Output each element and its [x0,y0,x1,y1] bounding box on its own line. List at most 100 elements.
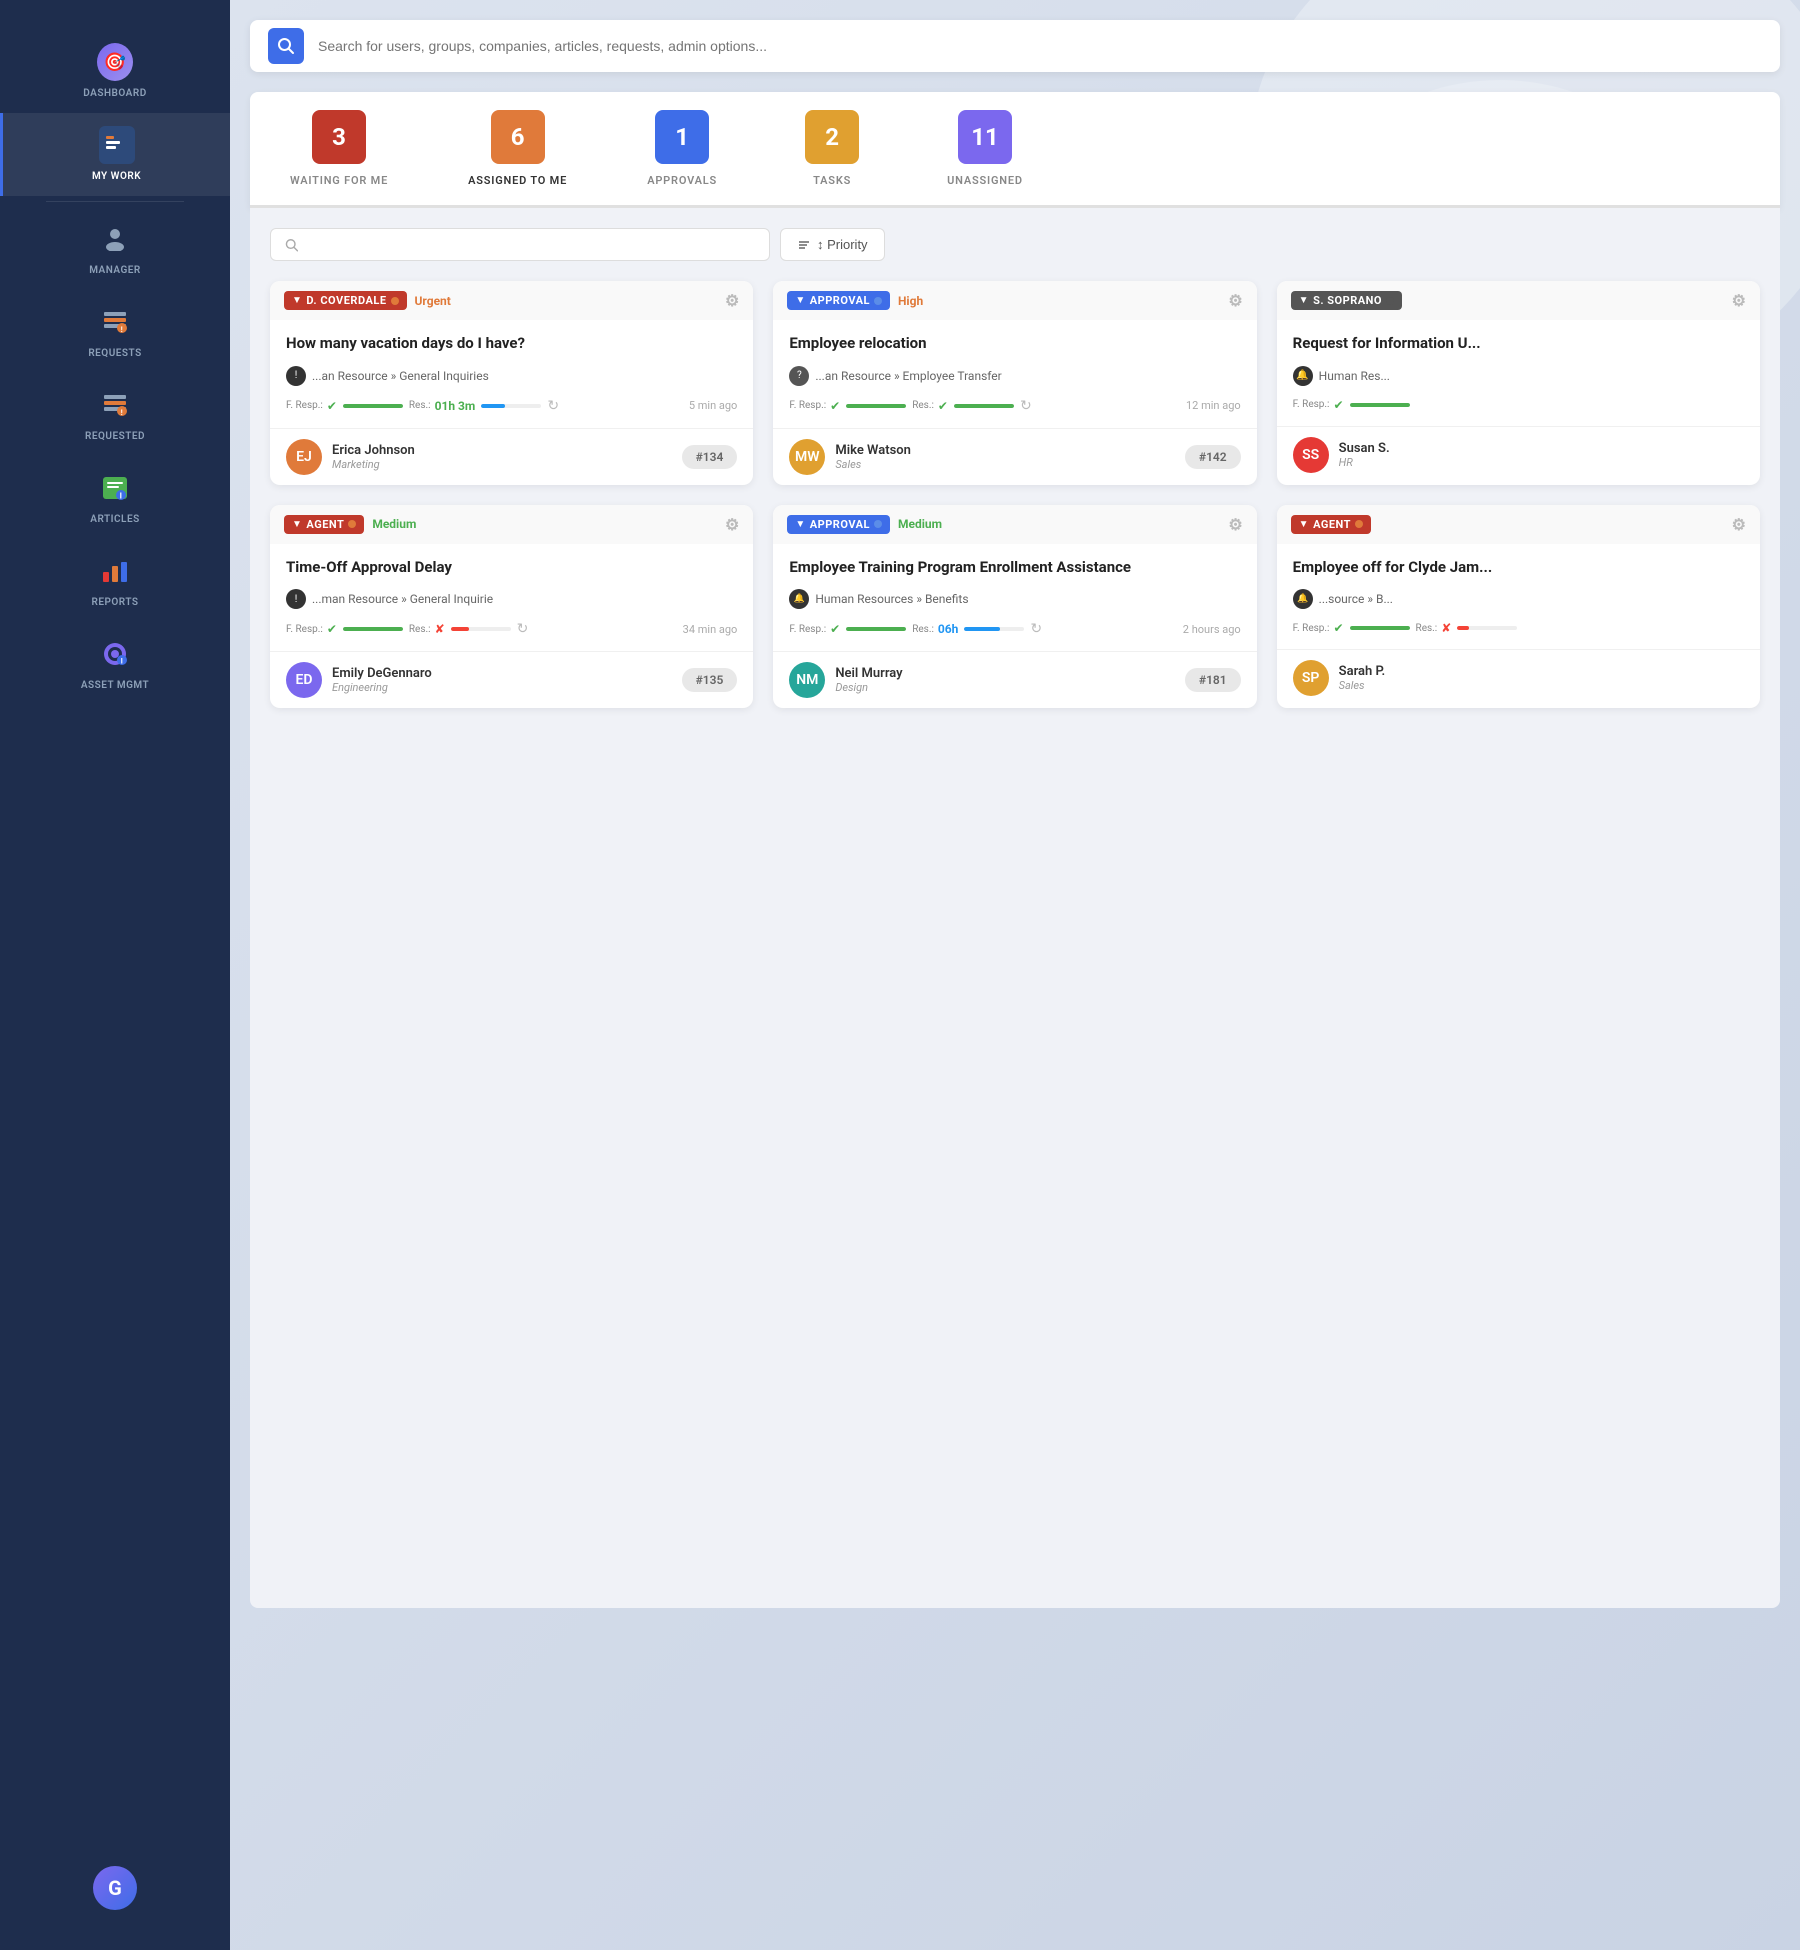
card-header-2: ▼ APPROVAL High ⚙ [773,281,1256,320]
f-resp-check-2: ✔ [830,399,840,413]
f-resp-check-6: ✔ [1333,621,1343,635]
gear-icon-5[interactable]: ⚙ [1228,515,1242,534]
res-check-2: ✔ [938,399,948,413]
tab-label-unassigned: UNASSIGNED [947,174,1023,187]
f-resp-check-5: ✔ [830,622,840,636]
ticket-num-5: #181 [1185,668,1241,692]
f-resp-2: F. Resp.: ✔ [789,399,840,413]
sidebar-item-assetmgmt[interactable]: i ASSET MGMT [0,622,230,705]
tab-label-waiting: WAITING FOR ME [290,174,388,187]
tab-assigned[interactable]: 6 ASSIGNED TO ME [428,92,607,208]
tab-label-approvals: APPROVALS [647,174,717,187]
main-content: 3 WAITING FOR ME 6 ASSIGNED TO ME 1 APPR… [230,0,1800,1950]
res-1: Res.: 01h 3m [409,399,475,413]
card-footer-2: MW Mike Watson Sales #142 [773,428,1256,485]
time-ago-4: 34 min ago [683,623,738,636]
filter-search-input[interactable] [306,237,755,252]
tabs-container: 3 WAITING FOR ME 6 ASSIGNED TO ME 1 APPR… [250,92,1780,208]
tab-unassigned[interactable]: 11 UNASSIGNED [907,92,1063,208]
gear-icon-6[interactable]: ⚙ [1732,515,1746,534]
tab-tasks[interactable]: 2 TASKS [757,92,907,208]
progress-6a [1350,626,1410,630]
sidebar-item-requests[interactable]: ! REQUESTS [0,290,230,373]
reports-icon [97,553,133,589]
priority-button[interactable]: ↕ Priority [780,228,885,261]
person-info-5: Neil Murray Design [835,666,1185,694]
gear-icon-4[interactable]: ⚙ [725,515,739,534]
ticket-card-1[interactable]: ▼ D. COVERDALE Urgent ⚙ How many vacatio… [270,281,753,485]
requested-icon: ! [97,387,133,423]
res-2: Res.: ✔ [912,399,948,413]
res-time-1: 01h 3m [435,399,476,413]
sidebar-item-manager[interactable]: MANAGER [0,207,230,290]
card-header-3: ▼ S. SOPRANO ⚙ [1277,281,1760,320]
ticket-num-1: #134 [682,445,738,469]
time-ago-5: 2 hours ago [1183,623,1241,636]
timer-dot-2 [874,297,882,305]
sidebar-label-assetmgmt: ASSET MGMT [81,680,149,691]
progress-2-1 [481,404,541,408]
search-input[interactable] [318,38,1762,54]
gear-icon-3[interactable]: ⚙ [1732,291,1746,310]
timer-dot-1 [391,297,399,305]
path-icon-4: ! [286,589,306,609]
sidebar-item-reports[interactable]: REPORTS [0,539,230,622]
avatar-1: EJ [286,439,322,475]
cards-grid: ▼ D. COVERDALE Urgent ⚙ How many vacatio… [270,281,1760,708]
f-resp-5: F. Resp.: ✔ [789,622,840,636]
filter-search-wrap [270,228,770,261]
card-title-6: Employee off for Clyde Jam... [1293,558,1744,578]
meta-row-3: F. Resp.: ✔ [1293,398,1744,412]
content-area: ↕ Priority ▼ D. COVERDALE Urgent ⚙ How m… [250,208,1780,1608]
card-path-4: ! ...man Resource » General Inquirie [286,589,737,609]
sidebar-item-requested[interactable]: ! REQUESTED [0,373,230,456]
refresh-icon-4: ↻ [517,621,529,637]
priority-button-label: ↕ Priority [817,237,868,252]
gear-icon-2[interactable]: ⚙ [1228,291,1242,310]
sidebar-label-dashboard: DASHBOARD [83,88,146,99]
ticket-card-4[interactable]: ▼ AGENT Medium ⚙ Time-Off Approval Delay… [270,505,753,709]
sidebar-item-dashboard[interactable]: 🎯 DASHBOARD [0,30,230,113]
sidebar-label-requested: REQUESTED [85,431,145,442]
ticket-card-6[interactable]: ▼ AGENT ⚙ Employee off for Clyde Jam... … [1277,505,1760,709]
meta-row-2: F. Resp.: ✔ Res.: ✔ ↻ [789,398,1240,414]
time-ago-1: 5 min ago [689,399,737,412]
person-info-4: Emily DeGennaro Engineering [332,666,682,694]
tab-approvals[interactable]: 1 APPROVALS [607,92,757,208]
sidebar-item-mywork[interactable]: MY WORK [0,113,230,196]
ticket-card-3[interactable]: ▼ S. SOPRANO ⚙ Request for Information U… [1277,281,1760,485]
progress-4b [451,627,511,631]
header-badge-2: ▼ APPROVAL [787,291,890,310]
sidebar-bottom: G [93,1846,137,1930]
tab-badge-unassigned: 11 [958,110,1012,164]
header-badge-5: ▼ APPROVAL [787,515,890,534]
res-6: Res.: ✘ [1416,621,1452,635]
tab-waiting[interactable]: 3 WAITING FOR ME [250,92,428,208]
avatar-5: NM [789,662,825,698]
gear-icon-1[interactable]: ⚙ [725,291,739,310]
ticket-card-2[interactable]: ▼ APPROVAL High ⚙ Employee relocation ? … [773,281,1256,485]
progress-3a [1350,403,1410,407]
tab-label-assigned: ASSIGNED TO ME [468,174,567,187]
f-resp-check-4: ✔ [327,622,337,636]
f-resp-check-3: ✔ [1333,398,1343,412]
path-icon-3: 🔔 [1293,366,1313,386]
timer-dot-5 [874,520,882,528]
tab-badge-waiting: 3 [312,110,366,164]
timer-dot-4 [348,520,356,528]
card-header-1: ▼ D. COVERDALE Urgent ⚙ [270,281,753,320]
card-body-4: Time-Off Approval Delay ! ...man Resourc… [270,544,753,652]
card-header-4: ▼ AGENT Medium ⚙ [270,505,753,544]
sidebar: 🎯 DASHBOARD MY WORK MANAGER ! [0,0,230,1950]
timer-dot-3 [1386,297,1394,305]
ticket-card-5[interactable]: ▼ APPROVAL Medium ⚙ Employee Training Pr… [773,505,1256,709]
card-path-5: 🔔 Human Resources » Benefits [789,589,1240,609]
res-4: Res.: ✘ [409,622,445,636]
header-badge-4: ▼ AGENT [284,515,364,534]
progress-5b [964,627,1024,631]
meta-row-6: F. Resp.: ✔ Res.: ✘ [1293,621,1744,635]
sidebar-label-reports: REPORTS [91,597,138,608]
sidebar-item-articles[interactable]: i ARTICLES [0,456,230,539]
header-badge-6: ▼ AGENT [1291,515,1371,534]
avatar-2: MW [789,439,825,475]
